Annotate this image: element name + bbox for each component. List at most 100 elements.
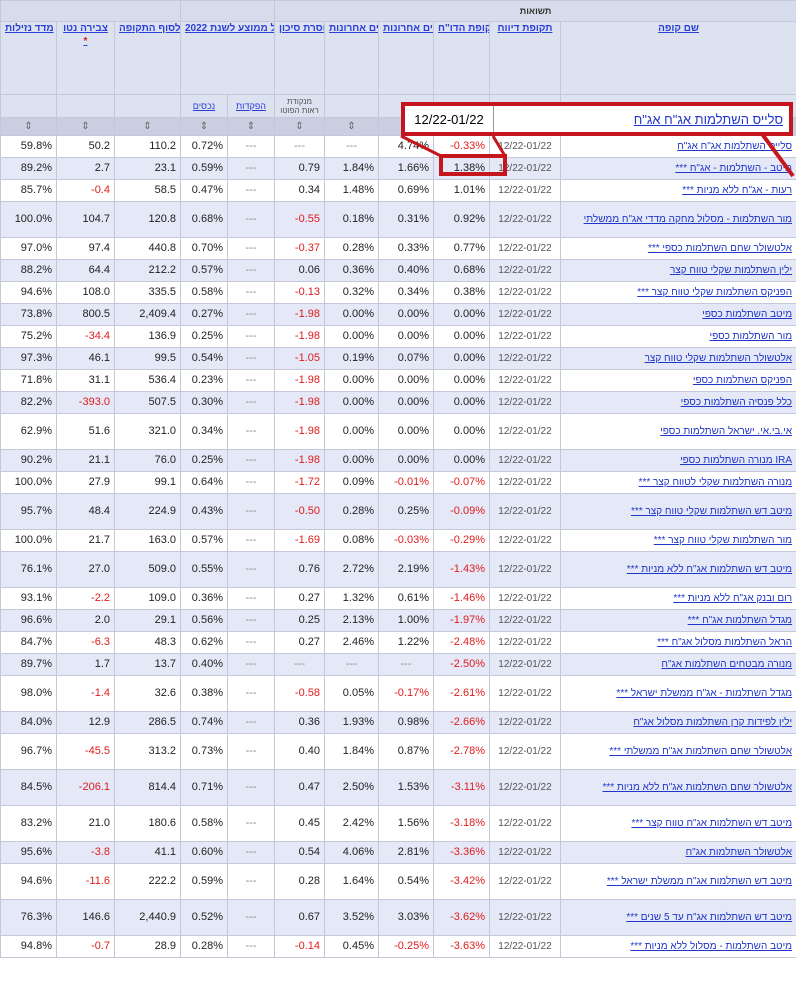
fund-name-link[interactable]: אלטשולר השתלמות אג"ח [559, 841, 796, 864]
fund-name-link[interactable]: מגדל השתלמות אג"ח *** [559, 609, 796, 632]
fund-name-link[interactable]: מיטב דש השתלמות אג"ח ממשלת ישראל *** [559, 863, 796, 900]
sort-arrows-icon[interactable]: ⇕ [0, 117, 57, 136]
sort-arrows-icon[interactable]: ⇕ [274, 117, 325, 136]
col-header-net-flow[interactable]: צבירה נטו * [56, 21, 115, 95]
callout-fund-link[interactable]: סלייס השתלמות אג"ח אג"ח [494, 106, 789, 132]
col-header-avg5[interactable]: תשואה ממוצעת 5 שנים אחרונות [324, 21, 379, 95]
fund-name-link[interactable]: מגדל השתלמות - אג"ח ממשלת ישראל *** [559, 675, 796, 712]
table-row[interactable]: 97.3% 46.1 99.5 0.54% --- -1.05 0.19% 0.07% 0.00… [0, 347, 796, 370]
table-row[interactable]: 89.7% 1.7 13.7 0.40% --- --- --- --- -2.50% 12/22… [0, 653, 796, 676]
table-row[interactable]: 95.6% -3.8 41.1 0.60% --- 0.54 4.06% 2.81% -3.36… [0, 841, 796, 864]
avg3-cell: 3.03% [378, 899, 434, 936]
table-row[interactable]: 76.1% 27.0 509.0 0.55% --- 0.76 2.72% 2.19% -1.4… [0, 551, 796, 588]
fund-name-link[interactable]: אי.בי.אי. ישראל השתלמות כספי [559, 413, 796, 450]
avg3-cell: -0.01% [378, 471, 434, 494]
col-header-cumulative[interactable]: תשואה מצטברת לתקופת הדו"ח [433, 21, 490, 95]
fund-name-link[interactable]: הראל השתלמות מסלול אג"ח *** [559, 631, 796, 654]
table-row[interactable]: 94.6% -11.6 222.2 0.59% --- 0.28 1.64% 0.54% -3.… [0, 863, 796, 900]
table-row[interactable]: 95.7% 48.4 224.9 0.43% --- -0.50 0.28% 0.25% -0.… [0, 493, 796, 530]
period-cell: 12/22-01/22 [489, 529, 561, 552]
table-row[interactable]: 85.7% -0.4 58.5 0.47% --- 0.34 1.48% 0.69% 1.01%… [0, 179, 796, 202]
mgmt-fee-deposits-cell: --- [227, 863, 275, 900]
col-header-sharpe[interactable]: שארפ ריבית חסרת סיכון [274, 21, 325, 95]
fund-name-link[interactable]: מור השתלמות כספי [559, 325, 796, 348]
fund-name-link[interactable]: מנורה השתלמות שקלי לטווח קצר *** [559, 471, 796, 494]
fund-name-link[interactable]: אלטשולר שחם השתלמות אג"ח ללא מניות *** [559, 769, 796, 806]
sub-header-deposits-fee[interactable]: הפקדות [227, 94, 275, 118]
sharpe-cell: --- [274, 135, 325, 158]
table-row[interactable]: 73.8% 800.5 2,409.4 0.27% --- -1.98 0.00% 0.00%… [0, 303, 796, 326]
table-row[interactable]: 75.2% -34.4 136.9 0.25% --- -1.98 0.00% 0.00% 0.… [0, 325, 796, 348]
assets-cell: 23.1 [114, 157, 181, 180]
avg3-cell: 2.19% [378, 551, 434, 588]
fund-name-link[interactable]: מיטב דש השתלמות שקלי טווח קצר *** [559, 493, 796, 530]
fund-name-link[interactable]: ילין השתלמות שקלי טווח קצר [559, 259, 796, 282]
period-cell: 12/22-01/22 [489, 899, 561, 936]
table-row[interactable]: 93.1% -2.2 109.0 0.36% --- 0.27 1.32% 0.61% -1.4… [0, 587, 796, 610]
fund-name-link[interactable]: רום ובנק אג"ח ללא מניות *** [559, 587, 796, 610]
table-row[interactable]: 84.5% -206.1 814.4 0.71% --- 0.47 2.50% 1.53% -3… [0, 769, 796, 806]
sort-arrows-icon[interactable]: ⇕ [114, 117, 181, 136]
col-header-liquidity[interactable]: מדד נזילות [0, 21, 57, 95]
sub-header-assets-fee[interactable]: נכסים [180, 94, 228, 118]
fund-name-link[interactable]: אלטשולר שחם השתלמות כספי *** [559, 237, 796, 260]
sharpe-cell: 0.67 [274, 899, 325, 936]
table-row[interactable]: 100.0% 21.7 163.0 0.57% --- -1.69 0.08% -0.03% -… [0, 529, 796, 552]
fund-name-link[interactable]: הפניקס השתלמות שקלי טווח קצר *** [559, 281, 796, 304]
fund-name-link[interactable]: סלייס השתלמות אג"ח אג"ח [559, 135, 796, 158]
table-row[interactable]: 76.3% 146.6 2,440.9 0.52% --- 0.67 3.52% 3.03% -… [0, 899, 796, 936]
net-flow-cell: -2.2 [56, 587, 115, 610]
sort-arrows-icon[interactable]: ⇕ [56, 117, 115, 136]
fund-name-link[interactable]: רעות - אג"ח ללא מניות *** [559, 179, 796, 202]
fund-name-link[interactable]: IRA מנורה השתלמות כספי [559, 449, 796, 472]
fund-name-link[interactable]: מנורה מבטחים השתלמות אג"ח [559, 653, 796, 676]
fund-name-link[interactable]: מיטב דש השתלמות אג"ח טווח קצר *** [559, 805, 796, 842]
table-row[interactable]: 83.2% 21.0 180.6 0.58% --- 0.45 2.42% 1.56% -3.1… [0, 805, 796, 842]
table-row[interactable]: 96.6% 2.0 29.1 0.56% --- 0.25 2.13% 1.00% -1.97%… [0, 609, 796, 632]
table-row[interactable]: 84.0% 12.9 286.5 0.74% --- 0.36 1.93% 0.98% -2.6… [0, 711, 796, 734]
table-row[interactable]: 89.2% 2.7 23.1 0.59% --- 0.79 1.84% 1.66% 1.38% 1… [0, 157, 796, 180]
mgmt-fee-deposits-cell: --- [227, 493, 275, 530]
col-header-mgmt-fee[interactable]: שיעור דמי ניהול ממוצע לשנת 2022 [180, 21, 275, 95]
table-row[interactable]: 82.2% -393.0 507.5 0.30% --- -1.98 0.00% 0.00% 0… [0, 391, 796, 414]
table-row[interactable]: 62.9% 51.6 321.0 0.34% --- -1.98 0.00% 0.00% 0.0… [0, 413, 796, 450]
fund-name-link[interactable]: מיטב - השתלמות - אג"ח *** [559, 157, 796, 180]
fund-name-link[interactable]: הפניקס השתלמות כספי [559, 369, 796, 392]
fund-name-link[interactable]: מור השתלמות שקלי טווח קצר *** [559, 529, 796, 552]
col-header-avg3[interactable]: תשואה ממוצעת 3 שנים אחרונות [378, 21, 434, 95]
sharpe-cell: 0.54 [274, 841, 325, 864]
table-row[interactable]: 97.0% 97.4 440.8 0.70% --- -0.37 0.28% 0.33% 0.7… [0, 237, 796, 260]
fund-name-link[interactable]: כלל פנסיה השתלמות כספי [559, 391, 796, 414]
fund-name-link[interactable]: אלטשולר השתלמות שקלי טווח קצר [559, 347, 796, 370]
sharpe-cell: 0.76 [274, 551, 325, 588]
sort-arrows-icon[interactable]: ⇕ [227, 117, 275, 136]
fund-name-link[interactable]: מיטב דש השתלמות אג"ח ללא מניות *** [559, 551, 796, 588]
table-row[interactable]: 84.7% -6.3 48.3 0.62% --- 0.27 2.46% 1.22% -2.48… [0, 631, 796, 654]
table-row[interactable]: 96.7% -45.5 313.2 0.73% --- 0.40 1.84% 0.87% -2.… [0, 733, 796, 770]
sort-arrows-icon[interactable]: ⇕ [180, 117, 228, 136]
mgmt-fee-assets-cell: 0.56% [180, 609, 228, 632]
table-row[interactable]: 100.0% 27.9 99.1 0.64% --- -1.72 0.09% -0.01% -0… [0, 471, 796, 494]
fund-name-link[interactable]: מיטב השתלמות כספי [559, 303, 796, 326]
mgmt-fee-deposits-cell: --- [227, 587, 275, 610]
table-row[interactable]: 59.8% 50.2 110.2 0.72% --- --- --- 4.74% -0.33% 1… [0, 135, 796, 158]
table-row[interactable]: 100.0% 104.7 120.8 0.68% --- -0.55 0.18% 0.31% 0… [0, 201, 796, 238]
fund-name-link[interactable]: מיטב השתלמות - מסלול ללא מניות *** [559, 935, 796, 958]
assets-cell: 41.1 [114, 841, 181, 864]
fund-name-link[interactable]: אלטשולר שחם השתלמות אג"ח ממשלתי *** [559, 733, 796, 770]
avg5-cell: 2.50% [324, 769, 379, 806]
col-header-fund-name[interactable]: שם קופה [559, 21, 796, 95]
sort-arrows-icon[interactable]: ⇕ [324, 117, 379, 136]
fund-name-link[interactable]: מיטב דש השתלמות אג"ח עד 5 שנים *** [559, 899, 796, 936]
table-row[interactable]: 90.2% 21.1 76.0 0.25% --- -1.98 0.00% 0.00% 0.00… [0, 449, 796, 472]
table-row[interactable]: 71.8% 31.1 536.4 0.23% --- -1.98 0.00% 0.00% 0.0… [0, 369, 796, 392]
table-row[interactable]: 94.6% 108.0 335.5 0.58% --- -0.13 0.32% 0.34% 0.… [0, 281, 796, 304]
table-row[interactable]: 98.0% -1.4 32.6 0.38% --- -0.58 0.05% -0.17% -2.… [0, 675, 796, 712]
sharpe-cell: 0.36 [274, 711, 325, 734]
table-row[interactable]: 88.2% 64.4 212.2 0.57% --- 0.06 0.36% 0.40% 0.68… [0, 259, 796, 282]
table-row[interactable]: 94.8% -0.7 28.9 0.28% --- -0.14 0.45% -0.25% -3.… [0, 935, 796, 958]
col-header-period[interactable]: תקופת דיווח [489, 21, 561, 95]
col-header-assets[interactable]: יתרת נכסים לסוף התקופה [114, 21, 181, 95]
fund-name-link[interactable]: ילין לפידות קרן השתלמות מסלול אג"ח [559, 711, 796, 734]
fund-name-link[interactable]: מור השתלמות - מסלול מחקה מדדי אג"ח ממשלת… [559, 201, 796, 238]
